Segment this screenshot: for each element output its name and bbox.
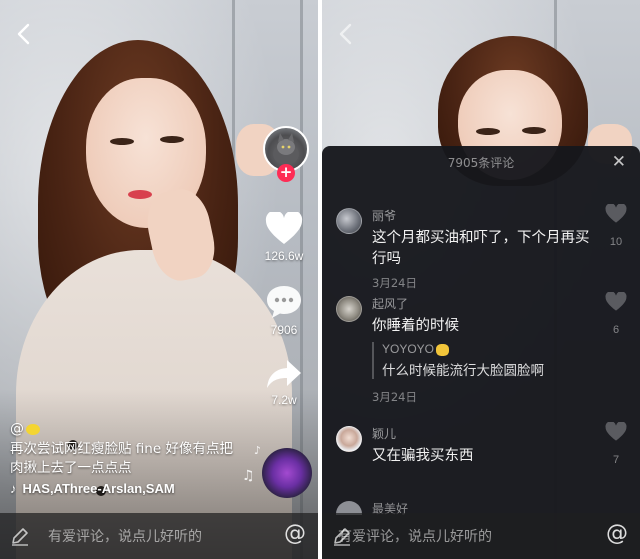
comments-panel: 7905条评论 ✕ 丽爷 这个月都买油和吓了，下个月再买行吗 3月24日 10 … (322, 0, 640, 559)
comment-bar[interactable]: 有爱评论，说点儿好听的 @ (0, 513, 318, 559)
author-handle[interactable]: @ (10, 418, 240, 440)
share-count: 7.2w (271, 393, 297, 407)
comment-like-count: 10 (609, 236, 623, 248)
reply-quote[interactable]: YOYOYO 什么时候能流行大脸圆脸啊 (372, 342, 592, 379)
comment-text: 你睡着的时候 (372, 318, 459, 334)
avatar[interactable] (336, 296, 362, 322)
comment-count: 7906 (270, 323, 298, 337)
back-arrow-icon[interactable] (336, 22, 356, 46)
music-title[interactable]: ♪ HAS,AThree-Arslan,SAM (10, 481, 198, 496)
comment-like-button[interactable]: 10 (602, 203, 630, 248)
comment-input[interactable]: 有爱评论，说点儿好听的 (338, 526, 492, 546)
follow-plus-button[interactable]: + (277, 164, 295, 182)
comment-like-button[interactable]: 6 (602, 291, 630, 336)
lemon-emoji-icon (26, 423, 40, 435)
comment-bar[interactable]: 有爱评论，说点儿好听的 @ (322, 513, 640, 559)
comment-like-count: 7 (612, 454, 620, 466)
music-note-icon: ♫ (242, 468, 255, 484)
reply-username[interactable]: YOYOYO (382, 342, 592, 356)
heart-icon[interactable] (265, 212, 303, 246)
comment-date: 3月24日 (372, 390, 417, 404)
comment-username[interactable]: 起风了 (372, 295, 408, 312)
like-count: 126.6w (264, 249, 304, 263)
share-action[interactable]: 7.2w (250, 358, 318, 407)
share-arrow-icon[interactable] (265, 358, 303, 390)
comment-like-button[interactable]: 7 (602, 421, 630, 466)
avatar[interactable] (336, 208, 362, 234)
comment-sheet: 7905条评论 ✕ 丽爷 这个月都买油和吓了，下个月再买行吗 3月24日 10 … (322, 146, 640, 559)
pen-icon (12, 528, 28, 546)
heart-icon[interactable] (605, 291, 627, 312)
video-description: 再次尝试网红瘦脸贴 fine 好像有点把肉揪上去了一点点点 (10, 441, 233, 476)
mention-button[interactable]: @ (284, 521, 306, 546)
music-note-icon: ♪ (10, 481, 17, 496)
video-feed-panel[interactable]: + 126.6w 7906 7.2w @ 再次尝试网红瘦脸贴 fine 好像有点… (0, 0, 318, 559)
comment-input[interactable]: 有爱评论，说点儿好听的 (48, 526, 202, 546)
comment-bubble-icon[interactable] (265, 284, 303, 320)
comment-text: 又在骗我买东西 (372, 448, 474, 464)
comment-like-count: 6 (612, 324, 620, 336)
heart-icon[interactable] (605, 421, 627, 442)
comment-count-title: 7905条评论 (447, 156, 515, 170)
comment-text: 这个月都买油和吓了，下个月再买行吗 (372, 230, 590, 267)
comment-username[interactable]: 颖儿 (372, 425, 396, 442)
comment-date: 3月24日 (372, 276, 417, 290)
like-action[interactable]: 126.6w (250, 212, 318, 263)
music-note-icon: ♪ (254, 444, 262, 457)
creator-avatar[interactable]: + (263, 126, 309, 182)
comment-action[interactable]: 7906 (250, 284, 318, 337)
music-disc[interactable] (262, 448, 312, 498)
video-caption: @ 再次尝试网红瘦脸贴 fine 好像有点把肉揪上去了一点点点 ♪ HAS,ATh… (10, 418, 240, 496)
comment-username[interactable]: 丽爷 (372, 207, 396, 224)
mention-button[interactable]: @ (606, 521, 628, 546)
clap-emoji-icon (436, 343, 450, 356)
close-icon[interactable]: ✕ (612, 152, 626, 172)
reply-text: 什么时候能流行大脸圆脸啊 (382, 363, 544, 379)
heart-icon[interactable] (605, 203, 627, 224)
avatar[interactable] (336, 426, 362, 452)
back-arrow-icon[interactable] (14, 22, 34, 46)
